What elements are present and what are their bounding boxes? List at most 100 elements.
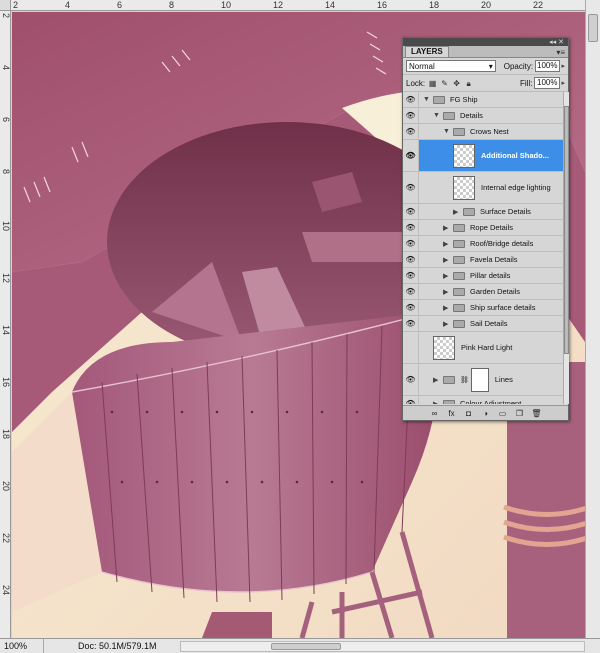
panel-menu-icon[interactable]: ▾≡ (556, 48, 565, 57)
visibility-eye-icon[interactable]: 👁︎ (403, 316, 419, 331)
ruler-tick-label: 6 (1, 117, 11, 123)
layer-name: Ship surface details (470, 303, 536, 312)
layer-thumbnail[interactable] (453, 143, 475, 168)
adjustment-layer-icon[interactable]: ◑ (480, 409, 491, 418)
photoshop-document-window: 2 4 6 8 10 12 14 16 18 20 22 2 4 6 8 10 12 14 16 18 20 22 24 (0, 0, 600, 653)
folder-icon (433, 95, 445, 104)
layer-row[interactable]: 👁︎ ▶ ⛓ Lines (403, 364, 563, 396)
expand-down-icon[interactable]: ▼ (433, 112, 443, 119)
visibility-eye-icon[interactable]: 👁︎ (403, 284, 419, 299)
lock-position-icon[interactable]: ✥ (452, 79, 461, 88)
layer-row[interactable]: 👁︎ Additional Shado... (403, 140, 563, 172)
horizontal-scroll-thumb[interactable] (271, 643, 341, 650)
ruler-tick-label: 2 (1, 13, 11, 19)
ruler-tick-label: 6 (117, 0, 123, 10)
new-layer-icon[interactable]: ❐ (514, 409, 525, 418)
tab-layers[interactable]: LAYERS (405, 46, 449, 57)
layer-row[interactable]: 👁︎ ▶ Sail Details (403, 316, 563, 332)
lock-transparent-icon[interactable]: ▦ (428, 79, 437, 88)
layer-row[interactable]: 👁︎ ▶ Rope Details (403, 220, 563, 236)
layer-mask-thumbnail[interactable] (470, 367, 489, 392)
expand-right-icon[interactable]: ▶ (443, 272, 453, 280)
panel-tabs: LAYERS ▾≡ (403, 46, 568, 58)
layer-row[interactable]: 👁︎ ▶ Ship surface details (403, 300, 563, 316)
ruler-tick-label: 22 (533, 0, 544, 10)
panel-titlebar[interactable]: ◂◂ ✕ (403, 38, 568, 46)
visibility-eye-icon[interactable]: 👁︎ (403, 252, 419, 267)
layers-scrollbar[interactable] (563, 92, 569, 404)
visibility-eye-icon[interactable]: 👁︎ (403, 140, 419, 171)
ruler-tick-label: 10 (1, 221, 11, 232)
ruler-tick-label: 18 (429, 0, 440, 10)
fill-field[interactable]: 100% (534, 77, 561, 89)
layer-name: Details (460, 111, 483, 120)
ruler-tick-label: 14 (1, 325, 11, 336)
layer-name: Colour Adjustment (460, 399, 522, 404)
visibility-eye-icon[interactable]: 👁︎ (403, 220, 419, 235)
vertical-scrollbar[interactable] (585, 0, 600, 638)
expand-right-icon[interactable]: ▶ (433, 400, 443, 405)
ruler-tick-label: 16 (377, 0, 388, 10)
visibility-eye-icon[interactable]: 👁︎ (403, 300, 419, 315)
visibility-eye-icon[interactable]: 👁︎ (403, 172, 419, 203)
visibility-eye-icon[interactable]: 👁︎ (403, 92, 419, 107)
layer-row[interactable]: 👁︎ ▼ Details (403, 108, 563, 124)
expand-down-icon[interactable]: ▼ (423, 96, 433, 103)
fill-slider-arrow-icon[interactable]: ▸ (561, 79, 565, 87)
visibility-eye-icon[interactable]: 👁︎ (403, 124, 419, 139)
layer-row[interactable]: 👁︎ ▼ Crows Nest (403, 124, 563, 140)
ruler-tick-label: 8 (1, 169, 11, 175)
visibility-eye-icon[interactable]: 👁︎ (403, 108, 419, 123)
blend-opacity-row: Normal ▾ Opacity: 100% ▸ (403, 58, 568, 75)
mask-link-icon[interactable]: ⛓ (460, 376, 469, 384)
visibility-eye-icon[interactable]: 👁︎ (403, 204, 419, 219)
layer-style-icon[interactable]: fx (446, 409, 457, 418)
visibility-eye-icon[interactable]: 👁︎ (403, 236, 419, 251)
ruler-tick-label: 4 (1, 65, 11, 71)
lock-all-icon[interactable]: 🔒︎ (464, 79, 473, 88)
delete-layer-icon[interactable]: 🗑︎ (531, 409, 542, 418)
expand-right-icon[interactable]: ▶ (453, 208, 463, 216)
layer-row[interactable]: 👁︎ ▶ Garden Details (403, 284, 563, 300)
zoom-level[interactable]: 100% (0, 639, 44, 653)
collapse-icon[interactable]: ◂◂ (549, 38, 556, 46)
close-icon[interactable]: ✕ (558, 38, 564, 46)
layer-row[interactable]: Pink Hard Light (403, 332, 563, 364)
ruler-tick-label: 20 (481, 0, 492, 10)
expand-right-icon[interactable]: ▶ (443, 240, 453, 248)
link-layers-icon[interactable]: ∞ (429, 409, 440, 418)
visibility-eye-icon[interactable] (403, 332, 419, 363)
new-group-icon[interactable]: ▭ (497, 409, 508, 418)
visibility-eye-icon[interactable]: 👁︎ (403, 268, 419, 283)
top-ruler: 2 4 6 8 10 12 14 16 18 20 22 (11, 0, 585, 11)
layer-row[interactable]: 👁︎ ▶ Roof/Bridge details (403, 236, 563, 252)
opacity-field[interactable]: 100% (535, 60, 561, 72)
layer-row[interactable]: 👁︎ ▶ Pillar details (403, 268, 563, 284)
opacity-slider-arrow-icon[interactable]: ▸ (561, 62, 565, 70)
add-mask-icon[interactable]: ◘ (463, 409, 474, 418)
expand-right-icon[interactable]: ▶ (433, 376, 443, 384)
layer-row[interactable]: 👁︎ ▼ FG Ship (403, 92, 563, 108)
layer-thumbnail[interactable] (453, 175, 475, 200)
vertical-scroll-thumb[interactable] (588, 14, 598, 42)
expand-right-icon[interactable]: ▶ (443, 224, 453, 232)
expand-right-icon[interactable]: ▶ (443, 304, 453, 312)
layer-row[interactable]: 👁︎ ▶ Surface Details (403, 204, 563, 220)
expand-right-icon[interactable]: ▶ (443, 288, 453, 296)
layer-row[interactable]: 👁︎ Internal edge lighting (403, 172, 563, 204)
layers-scroll-thumb[interactable] (564, 106, 569, 354)
blend-mode-select[interactable]: Normal ▾ (406, 60, 496, 72)
folder-icon (453, 223, 465, 232)
horizontal-scrollbar[interactable] (180, 641, 585, 652)
layers-panel: ◂◂ ✕ LAYERS ▾≡ Normal ▾ Opacity: 100% ▸ … (402, 37, 569, 421)
layer-row[interactable]: 👁︎ ▶ Favela Details (403, 252, 563, 268)
layer-thumbnail[interactable] (433, 335, 455, 360)
visibility-eye-icon[interactable]: 👁︎ (403, 364, 419, 395)
lock-image-icon[interactable]: ✎ (440, 79, 449, 88)
expand-right-icon[interactable]: ▶ (443, 320, 453, 328)
expand-right-icon[interactable]: ▶ (443, 256, 453, 264)
expand-down-icon[interactable]: ▼ (443, 128, 453, 135)
layer-name: Lines (494, 375, 513, 384)
layer-row[interactable]: 👁︎ ▶ Colour Adjustment (403, 396, 563, 404)
visibility-eye-icon[interactable]: 👁︎ (403, 396, 419, 404)
